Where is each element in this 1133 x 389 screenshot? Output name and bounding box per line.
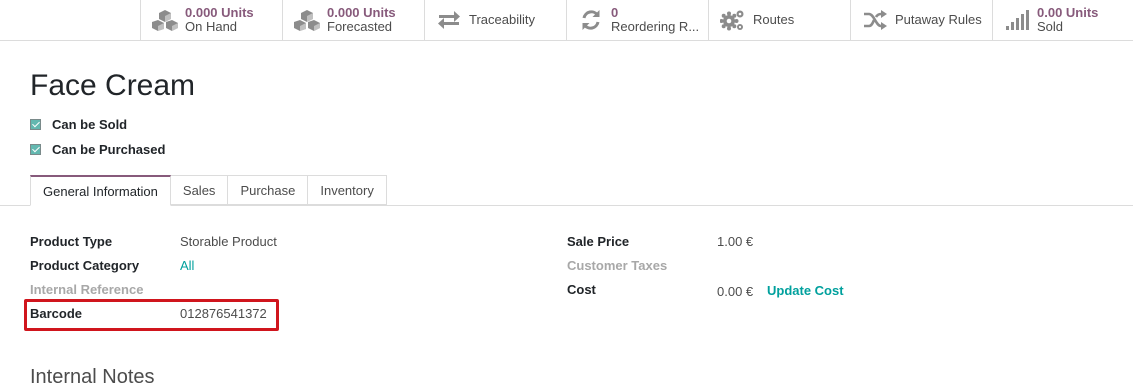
forecasted-value: 0.000 Units: [327, 6, 396, 20]
tab-general-information[interactable]: General Information: [30, 175, 171, 206]
tab-inventory[interactable]: Inventory: [308, 175, 387, 205]
product-type-value[interactable]: Storable Product: [180, 234, 277, 250]
putaway-rules-button[interactable]: Putaway Rules: [850, 0, 992, 40]
gears-icon: [719, 8, 747, 32]
reordering-value: 0: [611, 6, 619, 20]
smart-button-bar: 0.000 Units On Hand 0.000 Units Forecasted…: [0, 0, 1133, 41]
internal-notes-title: Internal Notes: [30, 366, 155, 388]
cost-value[interactable]: 0.00 €: [717, 284, 753, 300]
reordering-label: Reordering R...: [611, 19, 700, 34]
notebook-tabs: General Information Sales Purchase Inven…: [30, 175, 387, 206]
cost-label: Cost: [567, 282, 596, 297]
can-be-sold-checkbox[interactable]: Can be Sold: [30, 117, 127, 132]
barcode-highlight-box: [24, 299, 279, 331]
routes-label: Routes: [753, 13, 795, 27]
can-be-sold-label: Can be Sold: [52, 117, 128, 132]
random-icon: [861, 8, 889, 32]
sold-button[interactable]: 0.00 Units Sold: [992, 0, 1133, 40]
internal-reference-label: Internal Reference: [30, 282, 144, 297]
refresh-icon: [577, 8, 605, 32]
can-be-purchased-label: Can be Purchased: [52, 142, 166, 157]
exchange-arrows-icon: [435, 8, 463, 32]
checkbox-checked-icon[interactable]: [30, 144, 41, 155]
forecasted-label: Forecasted: [327, 19, 393, 34]
cubes-icon: [293, 8, 321, 32]
on-hand-button[interactable]: 0.000 Units On Hand: [140, 0, 282, 40]
reordering-rules-button[interactable]: 0 Reordering R...: [566, 0, 708, 40]
sale-price-label: Sale Price: [567, 234, 630, 249]
sold-value: 0.00 Units: [1037, 6, 1099, 20]
customer-taxes-label: Customer Taxes: [567, 258, 668, 273]
sale-price-value[interactable]: 1.00 €: [717, 234, 753, 250]
product-category-link[interactable]: All: [180, 258, 194, 274]
forecasted-button[interactable]: 0.000 Units Forecasted: [282, 0, 424, 40]
update-cost-button[interactable]: Update Cost: [767, 283, 844, 299]
product-type-label: Product Type: [30, 234, 113, 249]
can-be-purchased-checkbox[interactable]: Can be Purchased: [30, 142, 165, 157]
tab-sales[interactable]: Sales: [170, 175, 229, 205]
traceability-button[interactable]: Traceability: [424, 0, 566, 40]
checkbox-checked-icon[interactable]: [30, 119, 41, 130]
product-name[interactable]: Face Cream: [30, 66, 195, 106]
cubes-icon: [151, 8, 179, 32]
putaway-rules-label: Putaway Rules: [895, 13, 982, 27]
product-category-label: Product Category: [30, 258, 140, 273]
routes-button[interactable]: Routes: [708, 0, 850, 40]
on-hand-value: 0.000 Units: [185, 6, 254, 20]
signal-bars-icon: [1003, 8, 1031, 32]
sold-label: Sold: [1037, 19, 1064, 34]
traceability-label: Traceability: [469, 13, 535, 27]
tab-purchase[interactable]: Purchase: [228, 175, 309, 205]
on-hand-label: On Hand: [185, 19, 238, 34]
